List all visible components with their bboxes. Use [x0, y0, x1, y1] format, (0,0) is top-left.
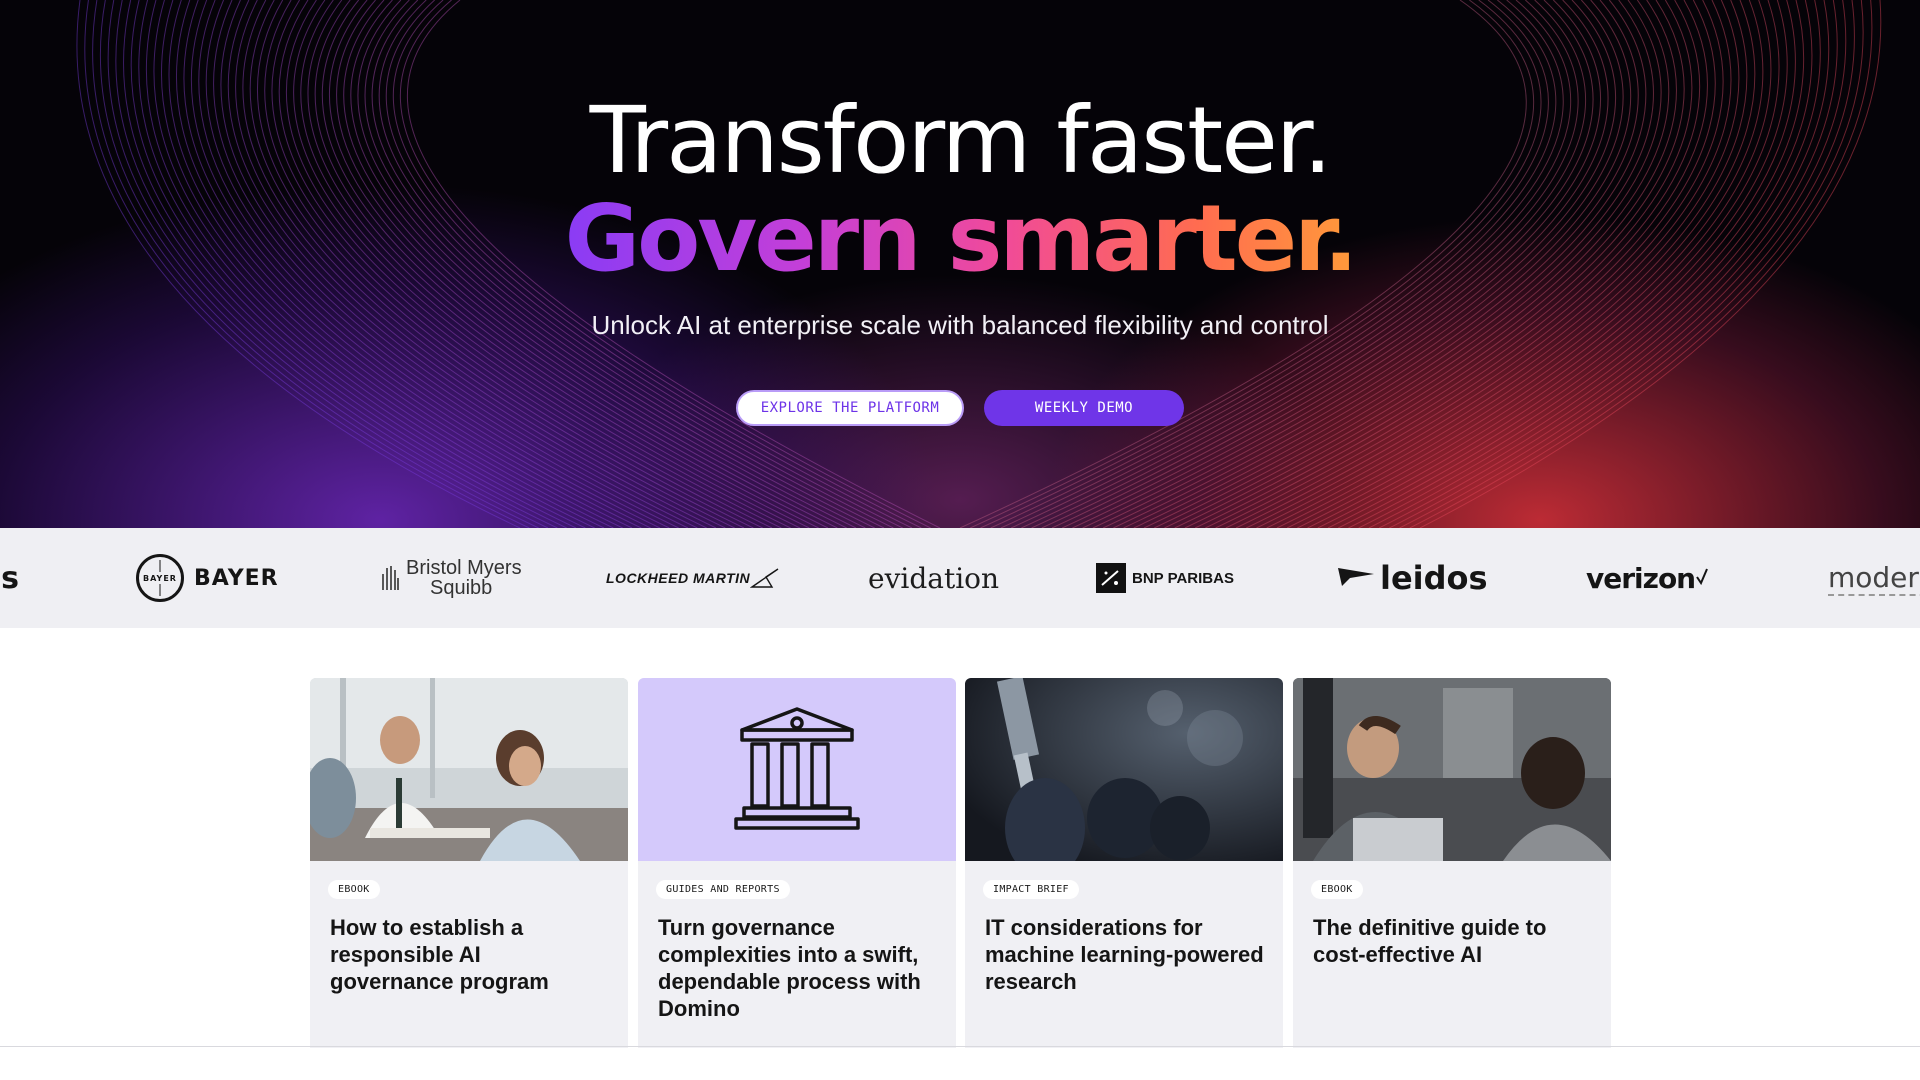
logo-bristol-myers-squibb: Bristol Myers Squibb — [380, 528, 522, 628]
logo-bnp-paribas: BNP PARIBAS — [1096, 528, 1234, 628]
card-tag: EBOOK — [1311, 880, 1363, 899]
hero-title-line-1: Transform faster. — [589, 87, 1333, 194]
verizon-wordmark: verizon — [1586, 561, 1696, 595]
card-tag: GUIDES AND REPORTS — [656, 880, 790, 899]
logo-lockheed-martin: LOCKHEED MARTIN — [606, 528, 780, 628]
leidos-wordmark: leidos — [1380, 559, 1488, 597]
resource-card-2[interactable]: GUIDES AND REPORTS Turn governance compl… — [638, 678, 956, 1048]
lockheed-star-icon — [750, 568, 779, 588]
explore-platform-button[interactable]: EXPLORE THE PLATFORM — [736, 390, 964, 426]
logo-partial-left: 's — [0, 560, 20, 596]
leidos-flag-icon — [1338, 568, 1374, 586]
card-tag: IMPACT BRIEF — [983, 880, 1079, 899]
hero-subtitle: Unlock AI at enterprise scale with balan… — [591, 310, 1329, 340]
bayer-cross-icon: BAYER — [136, 554, 184, 602]
bms-hand-icon — [382, 566, 399, 590]
bayer-mark-text: BAYER — [143, 574, 177, 583]
logo-evidation: evidation — [868, 561, 1000, 595]
card-image-vial — [965, 678, 1283, 861]
hero-title-gradient-text: Govern smarter. — [564, 185, 1359, 292]
logo-verizon: verizon — [1586, 528, 1709, 628]
hero-title-line-2: Govern smarter. — [0, 184, 1920, 294]
card-image-meeting — [310, 678, 628, 861]
card-image-office — [1293, 678, 1611, 861]
lockheed-wordmark: LOCKHEED MARTIN — [606, 570, 751, 586]
resource-cards: EBOOK How to establish a responsible AI … — [310, 678, 1611, 1048]
bms-line-2: Squibb — [430, 577, 493, 599]
page-divider — [0, 1046, 1920, 1047]
bayer-wordmark: BAYER — [194, 565, 279, 591]
logo-leidos: leidos — [1336, 528, 1488, 628]
weekly-demo-button[interactable]: WEEKLY DEMO — [984, 390, 1184, 426]
card-title[interactable]: IT considerations for machine learning-p… — [985, 914, 1265, 995]
resource-card-3[interactable]: IMPACT BRIEF IT considerations for machi… — [965, 678, 1283, 1048]
resource-card-1[interactable]: EBOOK How to establish a responsible AI … — [310, 678, 628, 1048]
bnp-wordmark: BNP PARIBAS — [1132, 569, 1234, 587]
hero-section: Transform faster. Govern smarter. Unlock… — [0, 0, 1920, 528]
logo-partial-right: modern — [1828, 528, 1920, 628]
card-title[interactable]: Turn governance complexities into a swif… — [658, 914, 938, 1022]
hero-button-row: EXPLORE THE PLATFORM WEEKLY DEMO — [736, 390, 1184, 426]
card-tag: EBOOK — [328, 880, 380, 899]
customer-logo-strip: 's BAYER BAYER Bristol Myers Squibb LOCK… — [0, 528, 1920, 628]
verizon-check-icon — [1696, 568, 1709, 586]
resource-card-4[interactable]: EBOOK The definitive guide to cost-effec… — [1293, 678, 1611, 1048]
card-title[interactable]: How to establish a responsible AI govern… — [330, 914, 610, 995]
modern-wordmark: modern — [1828, 561, 1920, 596]
card-image-bank — [638, 678, 956, 861]
bms-line-1: Bristol Myers — [406, 557, 522, 579]
bnp-stars-icon — [1096, 563, 1126, 593]
logo-bayer: BAYER BAYER — [136, 528, 279, 628]
card-title[interactable]: The definitive guide to cost-effective A… — [1313, 914, 1593, 968]
bank-icon — [734, 707, 860, 830]
